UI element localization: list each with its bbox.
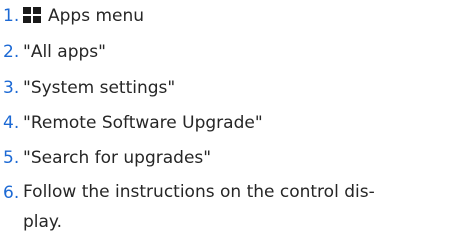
step-text: Apps menu <box>23 0 144 32</box>
step-number: 3. <box>3 78 20 98</box>
step-text: "Remote Software Upgrade" <box>23 113 263 133</box>
step-text: "Search for upgrades" <box>23 148 212 168</box>
step-number: 1. <box>3 6 20 26</box>
step-number: 4. <box>3 113 20 133</box>
step-label: Apps menu <box>48 6 145 26</box>
step-number: 2. <box>3 42 20 62</box>
step-text: "System settings" <box>23 78 176 98</box>
step-text: Follow the instructions on the control d… <box>23 182 375 232</box>
step-text: "All apps" <box>23 42 106 62</box>
step-number: 6. <box>3 183 20 203</box>
step-number: 5. <box>3 148 20 168</box>
apps-grid-icon <box>23 7 41 23</box>
